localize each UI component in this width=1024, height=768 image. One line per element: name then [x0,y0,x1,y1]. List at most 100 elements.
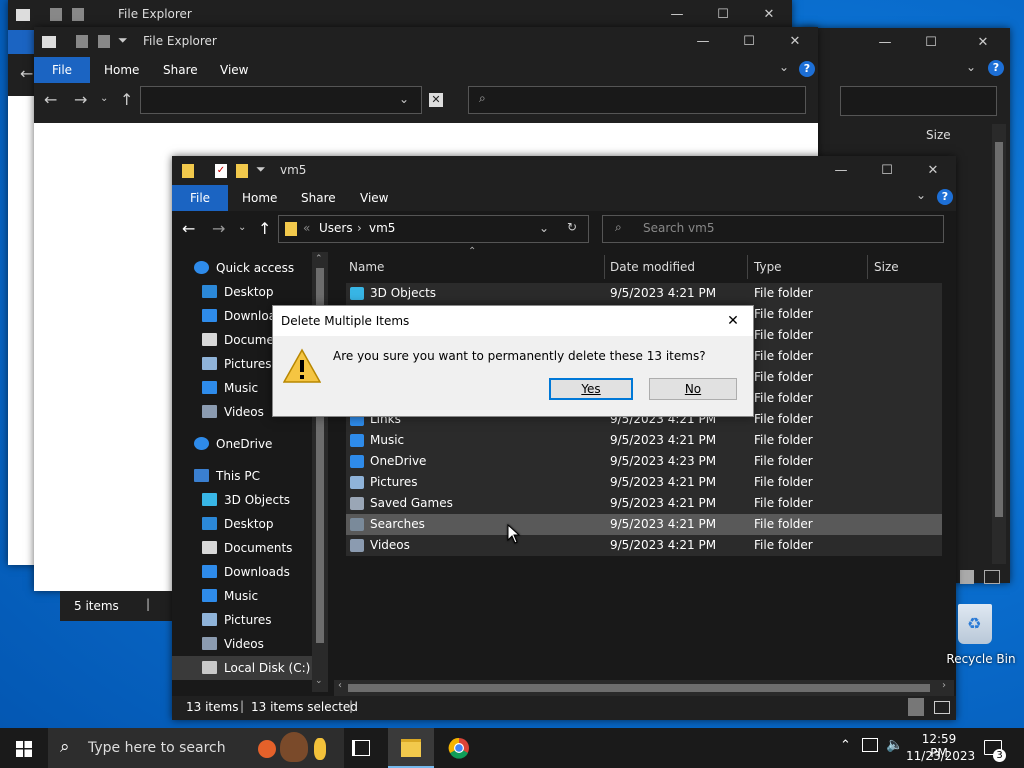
back-arrow-icon[interactable]: ← [182,219,195,238]
table-row[interactable]: Searches 9/5/2023 4:21 PM File folder [346,514,942,535]
details-view-icon[interactable] [960,570,974,584]
task-view-button[interactable] [344,728,376,768]
table-row[interactable]: Videos 9/5/2023 4:21 PM File folder [346,535,942,556]
column-divider[interactable] [604,255,605,279]
column-divider[interactable] [747,255,748,279]
forward-arrow-icon[interactable]: → [212,219,225,238]
close-button[interactable]: ✕ [772,27,818,57]
column-header-size[interactable]: Size [874,252,899,282]
recent-locations-icon[interactable]: ⌄ [100,93,108,104]
address-bar[interactable]: ⌄ [140,86,422,114]
scroll-left[interactable]: ‹ [338,680,342,691]
ribbon-expand-icon[interactable]: ⌄ [779,60,789,74]
back-arrow-icon[interactable]: ← [44,90,57,109]
cell-date: 9/5/2023 4:21 PM [610,517,717,531]
nav-scroll-down[interactable]: ⌄ [315,676,323,686]
network-icon[interactable] [862,738,878,752]
yes-button-label: Yes [581,382,601,396]
column-header-date[interactable]: Date modified [610,252,695,282]
table-row[interactable]: Music 9/5/2023 4:21 PM File folder [346,430,942,451]
help-icon[interactable]: ? [988,60,1004,76]
up-arrow-icon[interactable]: ↑ [258,219,271,238]
tiles-view-icon[interactable] [934,701,950,714]
column-header-type[interactable]: Type [754,252,782,282]
new-folder-icon[interactable] [98,35,110,48]
tab-file[interactable]: File [172,185,228,211]
new-folder-icon[interactable] [72,8,84,21]
forward-arrow-icon[interactable]: → [74,90,87,109]
desktop-recycle-bin[interactable]: ♻ Recycle Bin [946,600,1024,670]
folder-icon [350,455,364,468]
help-icon[interactable]: ? [937,189,953,205]
taskbar-date[interactable]: 11/23/2023 [906,749,975,763]
recent-locations-icon[interactable]: ⌄ [238,222,246,233]
tab-share[interactable]: Share [301,191,336,205]
properties-icon[interactable]: ✓ [215,164,227,178]
table-row[interactable]: OneDrive 9/5/2023 4:23 PM File folder [346,451,942,472]
cell-name: 3D Objects [370,286,437,300]
table-row[interactable]: Saved Games 9/5/2023 4:21 PM File folder [346,493,942,514]
properties-icon[interactable] [50,8,62,21]
vertical-scrollbar[interactable] [992,124,1006,564]
close-button[interactable]: ✕ [910,156,956,186]
column-divider[interactable] [867,255,868,279]
ribbon-expand-icon[interactable]: ⌄ [966,60,976,74]
address-dropdown-icon[interactable]: ⌄ [539,221,549,235]
stop-loading-icon[interactable]: ✕ [429,93,443,107]
maximize-button[interactable]: ☐ [864,156,910,186]
minimize-button[interactable]: — [680,27,726,57]
tiles-view-icon[interactable] [984,570,1000,584]
ribbon-expand-icon[interactable]: ⌄ [916,188,926,202]
qat-dropdown-icon[interactable]: ⏷ [118,33,128,48]
minimize-button[interactable]: — [818,156,864,186]
tab-view[interactable]: View [360,191,388,205]
search-box[interactable]: ⌕ [468,86,806,114]
refresh-icon[interactable]: ↻ [567,220,577,234]
close-button[interactable]: ✕ [746,0,792,30]
taskbar-search-box[interactable]: ⌕ Type here to search [48,728,344,768]
yes-button[interactable]: Yes [549,378,633,400]
file-tab-edge[interactable] [8,30,34,54]
search-box[interactable]: ⌕ Search vm5 [602,215,944,243]
tab-file[interactable]: File [34,57,90,83]
maximize-button[interactable]: ☐ [726,27,772,57]
breadcrumb-vm5[interactable]: vm5 [369,221,395,235]
scrollbar-thumb[interactable] [995,142,1003,517]
details-view-icon[interactable] [908,698,924,716]
table-row[interactable]: Pictures 9/5/2023 4:21 PM File folder [346,472,942,493]
search-box[interactable] [840,86,997,116]
no-button[interactable]: No [649,378,737,400]
minimize-button[interactable]: — [654,0,700,30]
scroll-right[interactable]: › [942,680,946,691]
scrollbar-thumb[interactable] [348,684,930,692]
new-folder-icon[interactable] [236,164,248,178]
size-column-header[interactable]: Size [926,128,951,142]
horizontal-scrollbar[interactable]: ‹ › [334,680,954,696]
breadcrumb-overflow[interactable]: « [303,221,310,235]
minimize-button[interactable]: — [862,28,908,58]
maximize-button[interactable]: ☐ [700,0,746,30]
breadcrumb-users[interactable]: Users [319,221,353,235]
address-bar[interactable]: « Users › vm5 ⌄ ↻ [278,215,589,243]
tab-home[interactable]: Home [242,191,277,205]
maximize-button[interactable]: ☐ [908,28,954,58]
help-icon[interactable]: ? [799,61,815,77]
show-hidden-icons-icon[interactable]: ⌃ [840,738,851,753]
dialog-close-button[interactable]: ✕ [719,310,747,332]
taskbar-chrome[interactable] [436,728,482,768]
back-arrow-icon[interactable]: ← [20,64,33,83]
column-header-name[interactable]: Name [349,252,384,282]
up-arrow-icon[interactable]: ↑ [120,90,133,109]
table-row[interactable]: 3D Objects 9/5/2023 4:21 PM File folder [346,283,942,304]
address-dropdown-icon[interactable]: ⌄ [399,92,409,106]
close-button[interactable]: ✕ [960,28,1006,58]
tab-share[interactable]: Share [163,63,198,77]
start-button[interactable] [0,728,48,768]
tab-view[interactable]: View [220,63,248,77]
taskbar-file-explorer[interactable] [388,728,434,768]
properties-icon[interactable] [76,35,88,48]
volume-muted-icon[interactable]: 🔈 [886,737,903,753]
tab-home[interactable]: Home [104,63,139,77]
qat-dropdown-icon[interactable]: ⏷ [256,162,266,177]
content-area [8,96,34,565]
